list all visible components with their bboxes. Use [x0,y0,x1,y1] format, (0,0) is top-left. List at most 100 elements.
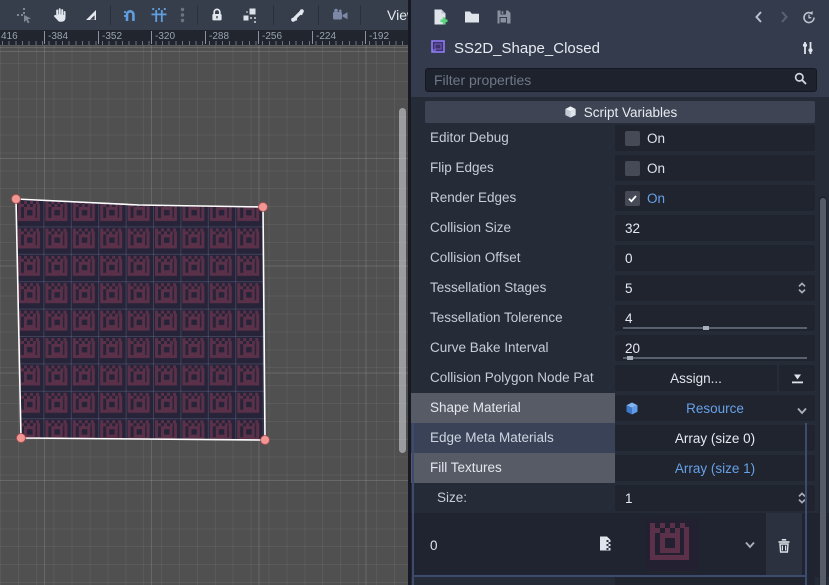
spinner-updown-icon[interactable] [795,280,809,299]
shape-handle-top-right[interactable] [259,203,268,212]
filter-placeholder: Filter properties [434,72,793,88]
property-row-fill-textures: Fill Textures Array (size 1) [411,453,829,483]
resource-cube-icon [624,401,640,420]
fill-textures-array-button[interactable]: Array (size 1) [615,455,815,481]
chevron-down-icon[interactable] [796,404,808,419]
property-label[interactable]: Editor Debug [411,123,615,153]
canvas-vertical-scrollbar[interactable] [399,108,406,458]
node-type-icon [430,38,447,58]
flip-edges-checkbox[interactable] [625,161,640,176]
property-row-array-size: Size: 1 [411,483,829,513]
trash-icon [776,537,792,554]
checkbox-label: On [647,191,665,206]
toolbar-separator [360,5,361,25]
category-script-variables[interactable]: Script Variables [425,101,815,123]
array-element-index: 0 [411,538,597,553]
inspector-vertical-scrollbar[interactable] [819,196,827,585]
property-label[interactable]: Shape Material [411,393,615,423]
property-row-edge-meta-materials: Edge Meta Materials Array (size 0) [411,423,829,453]
slider-track[interactable] [623,357,807,359]
history-back-icon[interactable] [751,8,767,27]
tessellation-tolerence-slider[interactable]: 4 [615,305,815,331]
cube-icon [563,105,578,120]
edge-meta-materials-array-button[interactable]: Array (size 0) [615,425,815,451]
collision-offset-input[interactable]: 0 [615,245,815,271]
inspector-properties: Script Variables Editor Debug On Flip Ed… [411,97,829,585]
property-row-collision-size: Collision Size 32 [411,213,829,243]
curve-bake-interval-slider[interactable]: 20 [615,335,815,361]
shape-handle-bottom-left[interactable] [17,434,26,443]
resource-subpanel-border [805,423,807,585]
property-row-curve-bake-interval: Curve Bake Interval 20 [411,333,829,363]
property-row-render-edges: Render Edges On [411,183,829,213]
canvas-grid[interactable] [0,45,408,585]
chevron-down-icon[interactable] [744,538,756,553]
skeleton-options-icon[interactable] [287,4,307,26]
slider-grabber[interactable] [627,356,633,360]
property-label[interactable]: Collision Offset [411,243,615,273]
delete-element-button[interactable] [766,513,802,577]
load-folder-icon[interactable] [462,8,481,27]
select-tool-icon[interactable] [14,4,34,26]
render-edges-checkbox[interactable] [625,191,640,206]
array-size-input[interactable]: 1 [615,485,815,511]
slider-grabber[interactable] [703,326,709,330]
property-label[interactable]: Fill Textures [411,453,615,483]
property-label[interactable]: Tessellation Tolerence [411,303,615,333]
shape-handle-bottom-right[interactable] [261,436,270,445]
search-icon [793,71,808,89]
save-icon[interactable] [494,8,513,27]
resource-subpanel-border [414,575,805,577]
horizontal-ruler: 416 -384 -352 -320 -288 -256 -224 -192 [0,30,408,45]
godot-editor: View 416 -384 -352 -320 -288 -256 -224 -… [0,0,829,585]
property-label[interactable]: Collision Size [411,213,615,243]
property-row-collision-offset: Collision Offset 0 [411,243,829,273]
snap-options-icon[interactable] [176,4,188,26]
inspector-options-icon[interactable] [799,39,815,58]
filter-properties-input[interactable]: Filter properties [425,68,817,92]
shape-material-resource-picker[interactable]: Resource [615,395,815,421]
slider-track[interactable] [623,327,807,329]
property-row-flip-edges: Flip Edges On [411,153,829,183]
toolbar-separator [318,5,319,25]
texture-preview[interactable] [646,519,698,571]
property-label[interactable]: Render Edges [411,183,615,213]
group-selection-icon[interactable] [240,4,260,26]
history-icon[interactable] [801,8,817,27]
grid-snap-icon[interactable] [149,4,169,26]
new-resource-icon[interactable] [430,8,449,27]
collision-size-input[interactable]: 32 [615,215,815,241]
property-label[interactable]: Collision Polygon Node Pat [411,363,615,393]
property-row-tessellation-tolerence: Tessellation Tolerence 4 [411,303,829,333]
property-row-collision-polygon-node-path: Collision Polygon Node Pat Assign... [411,363,829,393]
property-label[interactable]: Size: [411,483,615,513]
property-row-editor-debug: Editor Debug On [411,123,829,153]
check-icon [627,193,638,204]
history-forward-icon[interactable] [776,8,792,27]
viewport-panel: View 416 -384 -352 -320 -288 -256 -224 -… [0,0,408,585]
smart-snap-icon[interactable] [120,4,140,26]
property-label[interactable]: Tessellation Stages [411,273,615,303]
shape-handle-top-left[interactable] [12,195,21,204]
property-label[interactable]: Flip Edges [411,153,615,183]
property-label[interactable]: Edge Meta Materials [411,423,615,453]
pick-node-button[interactable] [779,365,815,391]
tessellation-stages-input[interactable]: 5 [615,275,815,301]
editor-debug-checkbox[interactable] [625,131,640,146]
canvas-scrollbar-thumb[interactable] [399,108,406,453]
closed-shape [0,45,408,585]
camera-preview-icon[interactable] [330,4,350,26]
array-element-row-0: 0 [411,513,829,577]
assign-button[interactable]: Assign... [615,365,777,391]
toolbar-separator [197,5,198,25]
inspector-scrollbar-thumb[interactable] [820,198,826,585]
ruler-tool-icon[interactable] [81,4,101,26]
resource-subpanel-border [412,423,414,585]
property-label[interactable]: Curve Bake Interval [411,333,615,363]
pan-tool-icon[interactable] [49,4,69,26]
toolbar-separator [110,5,111,25]
canvas-toolbar: View [0,0,408,30]
edit-resource-icon[interactable] [597,535,614,555]
shape-polygon[interactable] [16,199,265,440]
lock-icon[interactable] [207,4,227,26]
